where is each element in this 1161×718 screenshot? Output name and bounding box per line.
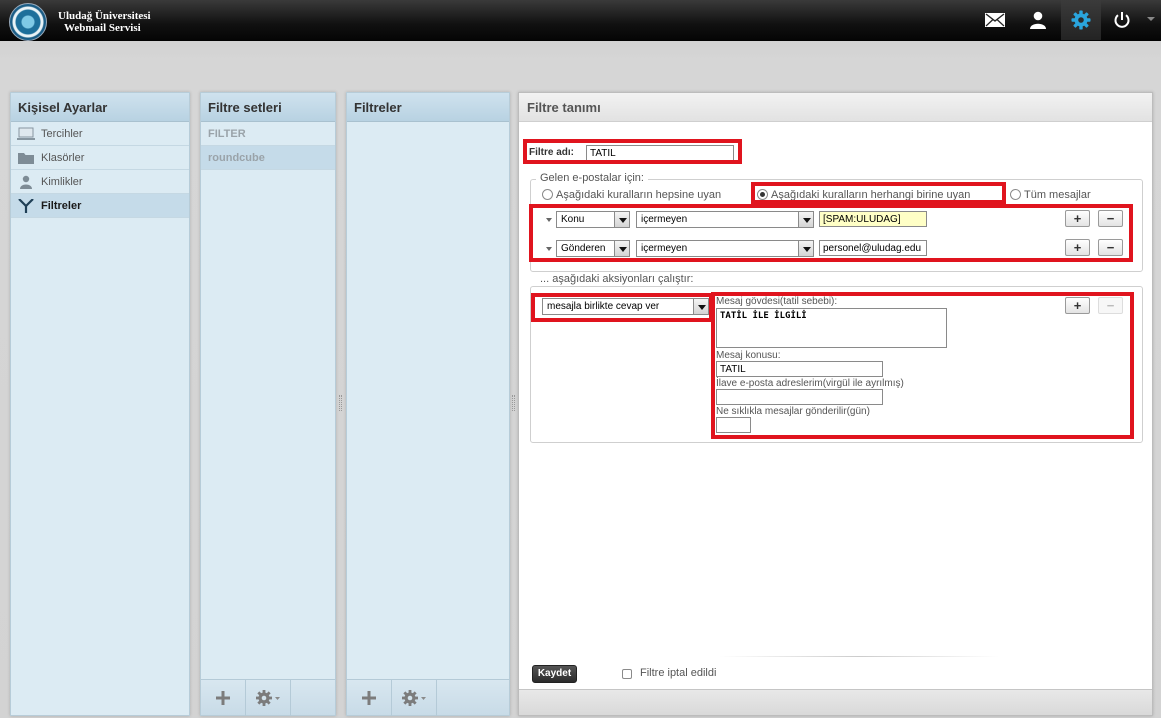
rules-legend: Gelen e-postalar için: [536, 172, 648, 184]
nav-item-folders[interactable]: Klasörler [11, 146, 189, 170]
filter-sets-title: Filtre setleri [201, 93, 335, 122]
filter-disabled-label: Filtre iptal edildi [640, 667, 717, 679]
remove-action-button: − [1098, 297, 1123, 314]
computer-icon [17, 127, 35, 140]
gear-menu-icon [402, 690, 426, 706]
university-logo [9, 3, 47, 41]
actions-legend: ... aşağıdaki aksiyonları çalıştır: [536, 273, 698, 285]
filter-definition-title: Filtre tanımı [519, 93, 1152, 122]
gear-icon[interactable] [1061, 0, 1101, 40]
filter-actions-button[interactable] [392, 680, 436, 716]
menu-caret-icon[interactable] [1147, 17, 1155, 21]
filter-sets-footer [201, 679, 335, 716]
match-all-messages-radio[interactable] [1010, 189, 1021, 200]
filter-disabled-checkbox[interactable] [622, 669, 632, 679]
user-icon[interactable] [1018, 0, 1058, 40]
match-all-radio[interactable] [542, 189, 553, 200]
filter-set-item[interactable]: roundcube [201, 146, 335, 170]
filter-definition-footer [519, 689, 1152, 715]
highlight-box [751, 182, 1006, 204]
app-title-line2: Webmail Servisi [64, 22, 141, 34]
splitter-handle[interactable] [339, 395, 342, 411]
match-all-messages-label: Tüm mesajlar [1024, 189, 1091, 201]
power-icon[interactable] [1102, 0, 1142, 40]
nav-item-filters-label: Filtreler [41, 200, 82, 212]
filters-panel: Filtreler [346, 92, 510, 716]
add-filter-button[interactable] [347, 680, 391, 716]
splitter-handle[interactable] [512, 395, 515, 411]
gear-menu-icon [256, 690, 280, 706]
personal-settings-panel: Kişisel Ayarlar Tercihler Klasörler Kiml… [10, 92, 190, 716]
filter-sets-panel: Filtre setleri FILTER roundcube [200, 92, 336, 716]
filters-title: Filtreler [347, 93, 509, 122]
folder-icon [18, 153, 34, 164]
top-bar: Uludağ Üniversitesi Webmail Servisi [0, 0, 1161, 41]
highlight-box [531, 293, 713, 322]
personal-settings-title: Kişisel Ayarlar [11, 93, 189, 122]
app-title-line1: Uludağ Üniversitesi [58, 10, 151, 22]
highlight-box [711, 292, 1134, 439]
add-filter-set-button[interactable] [201, 680, 245, 716]
nav-item-identities[interactable]: Kimlikler [11, 170, 189, 194]
filter-set-actions-button[interactable] [246, 680, 290, 716]
nav-item-folders-label: Klasörler [41, 152, 85, 164]
save-button[interactable]: Kaydet [532, 665, 577, 683]
filter-set-item[interactable]: FILTER [201, 122, 335, 146]
nav-item-filters[interactable]: Filtreler [11, 194, 189, 218]
highlight-box [523, 139, 742, 164]
match-all-label: Aşağıdaki kuralların hepsine uyan [556, 189, 722, 201]
person-icon [20, 175, 32, 189]
filter-icon [18, 199, 34, 213]
plus-icon [216, 691, 230, 705]
mail-icon[interactable] [975, 0, 1015, 40]
plus-icon [362, 691, 376, 705]
filter-definition-panel: Filtre tanımı Filtre adı: Gelen e-postal… [518, 92, 1153, 716]
app-title: Uludağ Üniversitesi Webmail Servisi [58, 10, 151, 34]
nav-item-identities-label: Kimlikler [41, 176, 83, 188]
nav-item-preferences[interactable]: Tercihler [11, 122, 189, 146]
filters-footer [347, 679, 509, 716]
add-action-button[interactable]: + [1065, 297, 1090, 314]
highlight-box [529, 204, 1133, 262]
nav-item-preferences-label: Tercihler [41, 128, 83, 140]
